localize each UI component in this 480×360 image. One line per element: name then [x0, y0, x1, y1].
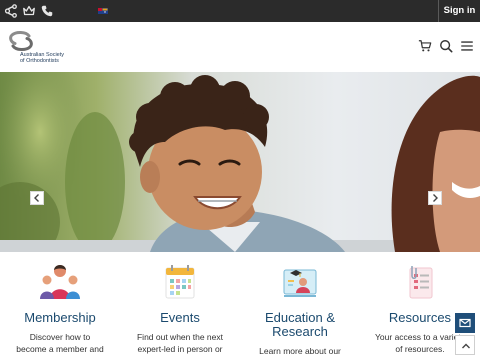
education-icon — [278, 262, 322, 302]
menu-icon[interactable] — [460, 39, 474, 53]
logo-text: Australian Society of Orthodontists — [20, 52, 64, 64]
top-bar: Sign in — [0, 0, 480, 22]
chevron-up-icon — [456, 340, 474, 352]
people-icon — [38, 262, 82, 302]
category-title: Education & Research — [245, 311, 355, 339]
back-to-top-button[interactable] — [455, 335, 475, 355]
carousel-next-button[interactable] — [428, 191, 442, 205]
hero-banner — [0, 72, 480, 252]
chevron-left-icon — [31, 192, 43, 204]
logo[interactable]: Australian Society of Orthodontists — [8, 30, 78, 66]
category-events[interactable]: Events Find out when the next expert-led… — [125, 262, 235, 355]
logo-mark-icon — [8, 30, 34, 52]
description-line: Learn more about our — [259, 346, 341, 356]
flag-icon[interactable] — [98, 8, 108, 14]
carousel-prev-button[interactable] — [30, 191, 44, 205]
chevron-right-icon — [429, 192, 441, 204]
category-education-research[interactable]: Education & Research Learn more about ou… — [245, 262, 355, 357]
logo-text-line2: of Orthodontists — [20, 58, 59, 64]
share-icon[interactable] — [4, 4, 18, 18]
title-line: Research — [272, 324, 328, 339]
category-description: Learn more about our — [245, 345, 355, 357]
phone-icon[interactable] — [40, 4, 54, 18]
mail-icon — [455, 317, 475, 329]
site-header: Australian Society of Orthodontists — [0, 22, 480, 72]
contact-mail-button[interactable] — [455, 313, 475, 333]
hero-image — [0, 72, 480, 252]
sign-in-button[interactable]: Sign in — [439, 0, 480, 22]
description-line: Find out when the next — [136, 332, 223, 342]
description-line: become a member and — [16, 344, 104, 354]
title-line: Education & — [264, 310, 336, 325]
category-title: Membership — [24, 310, 96, 325]
clipboard-icon — [398, 262, 442, 302]
category-title: Events — [160, 310, 200, 325]
category-description: Discover how to become a member and — [5, 331, 115, 355]
category-description: Find out when the next expert-led in per… — [125, 331, 235, 355]
calendar-icon — [158, 262, 202, 302]
crown-icon[interactable] — [22, 4, 36, 18]
description-line: expert-led in person or — [137, 344, 223, 354]
description-line: Discover how to — [29, 332, 91, 342]
cart-icon[interactable] — [418, 39, 432, 53]
search-icon[interactable] — [439, 39, 453, 53]
category-membership[interactable]: Membership Discover how to become a memb… — [5, 262, 115, 355]
